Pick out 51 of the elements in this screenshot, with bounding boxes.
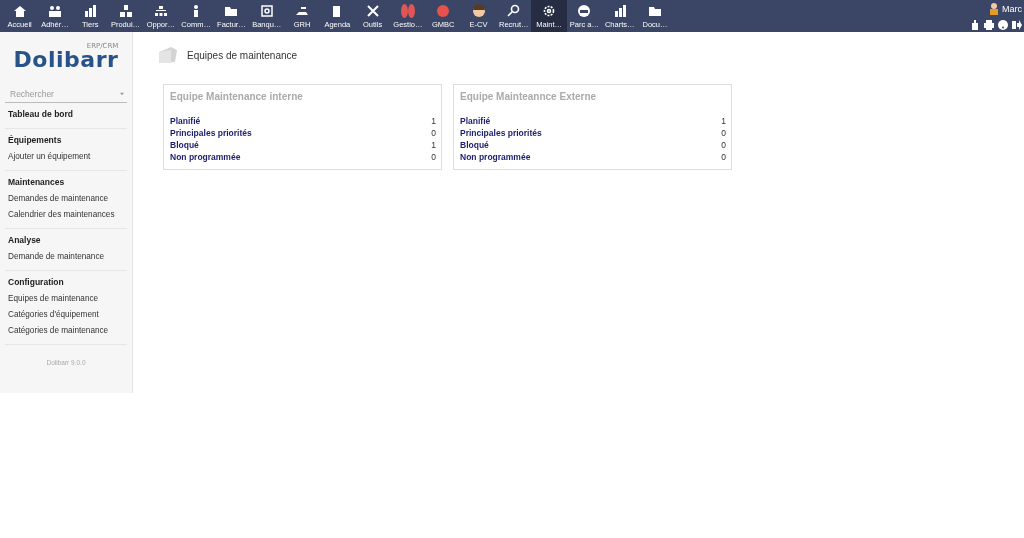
sidebar-item[interactable]: Ajouter un équipement bbox=[8, 149, 124, 165]
sidebar-item[interactable]: Demandes de maintenance bbox=[8, 191, 124, 207]
status-count: 0 bbox=[721, 151, 726, 163]
card-title: Equipe Maintenance interne bbox=[170, 91, 304, 102]
network-icon bbox=[153, 3, 168, 18]
user-icon bbox=[989, 3, 999, 15]
status-link[interactable]: Bloqué bbox=[460, 139, 489, 151]
face-icon bbox=[471, 3, 486, 18]
search-icon bbox=[506, 3, 521, 18]
sidebar-item[interactable]: Demande de maintenance bbox=[8, 249, 124, 265]
status-count: 1 bbox=[721, 115, 726, 127]
status-link[interactable]: Principales priorités bbox=[170, 127, 252, 139]
sidebar-item[interactable]: Catégories d'équipement bbox=[8, 307, 124, 323]
status-count: 0 bbox=[721, 127, 726, 139]
sidebar-item[interactable]: Equipes de maintenance bbox=[8, 291, 124, 307]
sidebar-section-title[interactable]: Analyse bbox=[8, 235, 124, 245]
sidebar-section-title[interactable]: Équipements bbox=[8, 135, 124, 145]
sidebar-section-title[interactable]: Maintenances bbox=[8, 177, 124, 187]
sidebar-item[interactable]: Calendrier des maintenances bbox=[8, 207, 124, 223]
card-title: Equipe Mainteannce Externe bbox=[460, 91, 598, 102]
status-count: 0 bbox=[431, 151, 436, 163]
print-icon[interactable] bbox=[984, 20, 994, 30]
search-field[interactable]: Rechercher bbox=[8, 88, 120, 100]
gear-icon bbox=[542, 3, 557, 18]
status-link[interactable]: Planifié bbox=[460, 115, 491, 127]
page-title: Equipes de maintenance bbox=[187, 49, 298, 61]
status-link[interactable]: Planifié bbox=[170, 115, 201, 127]
help-icon[interactable] bbox=[998, 20, 1008, 30]
status-link[interactable]: Principales priorités bbox=[460, 127, 542, 139]
sidebar-item[interactable]: Catégories de maintenance bbox=[8, 323, 124, 339]
status-count: 1 bbox=[431, 139, 436, 151]
sidebar-section-title[interactable]: Tableau de bord bbox=[8, 109, 124, 119]
status-count: 1 bbox=[431, 115, 436, 127]
chart-icon bbox=[83, 3, 98, 18]
logout-icon[interactable] bbox=[1012, 20, 1022, 30]
chart-icon bbox=[612, 3, 627, 18]
status-link[interactable]: Non programmée bbox=[170, 151, 241, 163]
status-count: 0 bbox=[721, 139, 726, 151]
caret-icon bbox=[120, 92, 124, 96]
safe-icon bbox=[259, 3, 274, 18]
glasses-icon bbox=[400, 3, 415, 18]
home-icon bbox=[12, 3, 27, 18]
boxes-icon bbox=[118, 3, 133, 18]
people-icon bbox=[47, 3, 62, 18]
status-link[interactable]: Bloqué bbox=[170, 139, 199, 151]
status-link[interactable]: Non programmée bbox=[460, 151, 531, 163]
bug-icon[interactable] bbox=[970, 20, 980, 30]
user-name[interactable]: Marc bbox=[1002, 4, 1022, 14]
circle-icon bbox=[436, 3, 451, 18]
status-count: 0 bbox=[431, 127, 436, 139]
sidebar-section-title[interactable]: Configuration bbox=[8, 277, 124, 287]
